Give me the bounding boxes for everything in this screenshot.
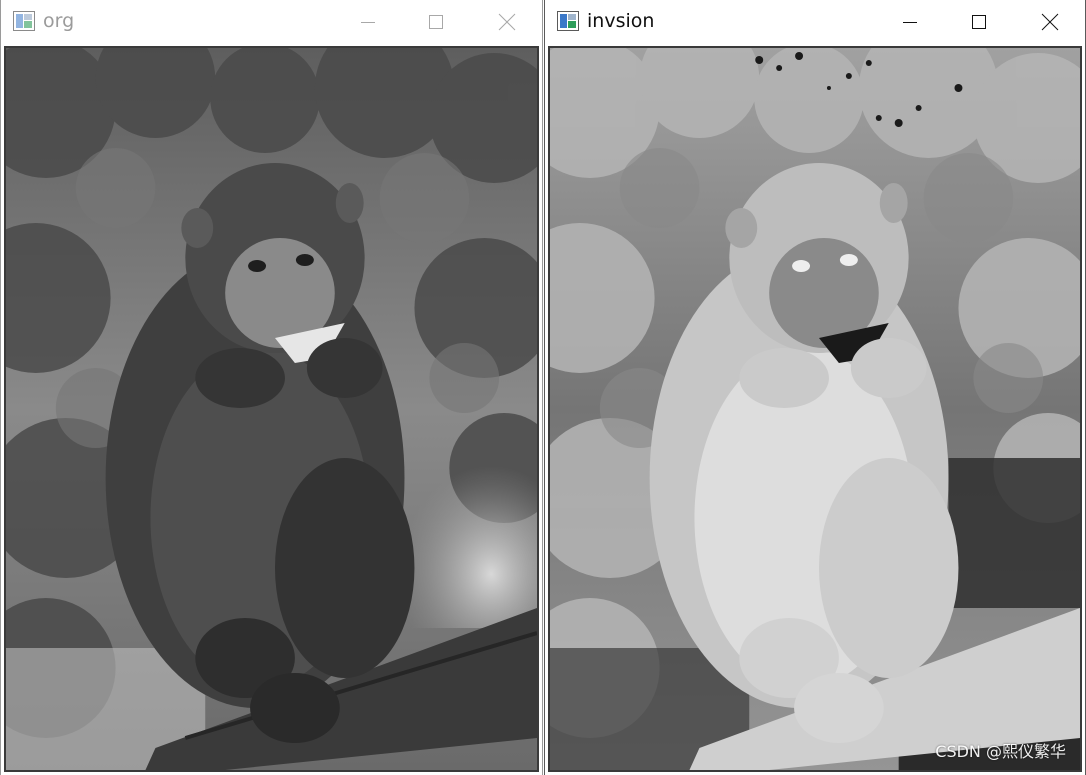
close-button-inversion[interactable] <box>1027 0 1073 44</box>
title-bar-org[interactable]: org <box>1 0 542 44</box>
minimize-icon <box>361 22 375 23</box>
monkey-photo-original <box>6 48 537 770</box>
app-window-icon <box>13 11 35 31</box>
minimize-icon <box>903 22 917 23</box>
window-title-inversion: invsion <box>587 10 655 32</box>
close-button-org[interactable] <box>484 0 530 44</box>
close-icon <box>498 13 516 31</box>
desktop: org invsion CSDN @熙仪繁华 <box>0 0 1086 775</box>
csdn-watermark: CSDN @熙仪繁华 <box>935 742 1066 761</box>
minimize-button-org[interactable] <box>345 0 391 44</box>
maximize-icon <box>429 15 443 29</box>
minimize-button-inversion[interactable] <box>887 0 933 44</box>
window-inversion[interactable]: invsion CSDN @熙仪繁华 <box>544 0 1086 775</box>
close-icon <box>1041 13 1059 31</box>
maximize-button-org[interactable] <box>413 0 459 44</box>
window-title-org: org <box>43 10 75 32</box>
window-org[interactable]: org <box>0 0 543 775</box>
maximize-icon <box>972 15 986 29</box>
maximize-button-inversion[interactable] <box>956 0 1002 44</box>
title-bar-inversion[interactable]: invsion <box>545 0 1085 44</box>
image-canvas-inversion: CSDN @熙仪繁华 <box>548 46 1082 772</box>
monkey-photo-inverted <box>550 48 1080 770</box>
image-canvas-org <box>4 46 539 772</box>
app-window-icon <box>557 11 579 31</box>
